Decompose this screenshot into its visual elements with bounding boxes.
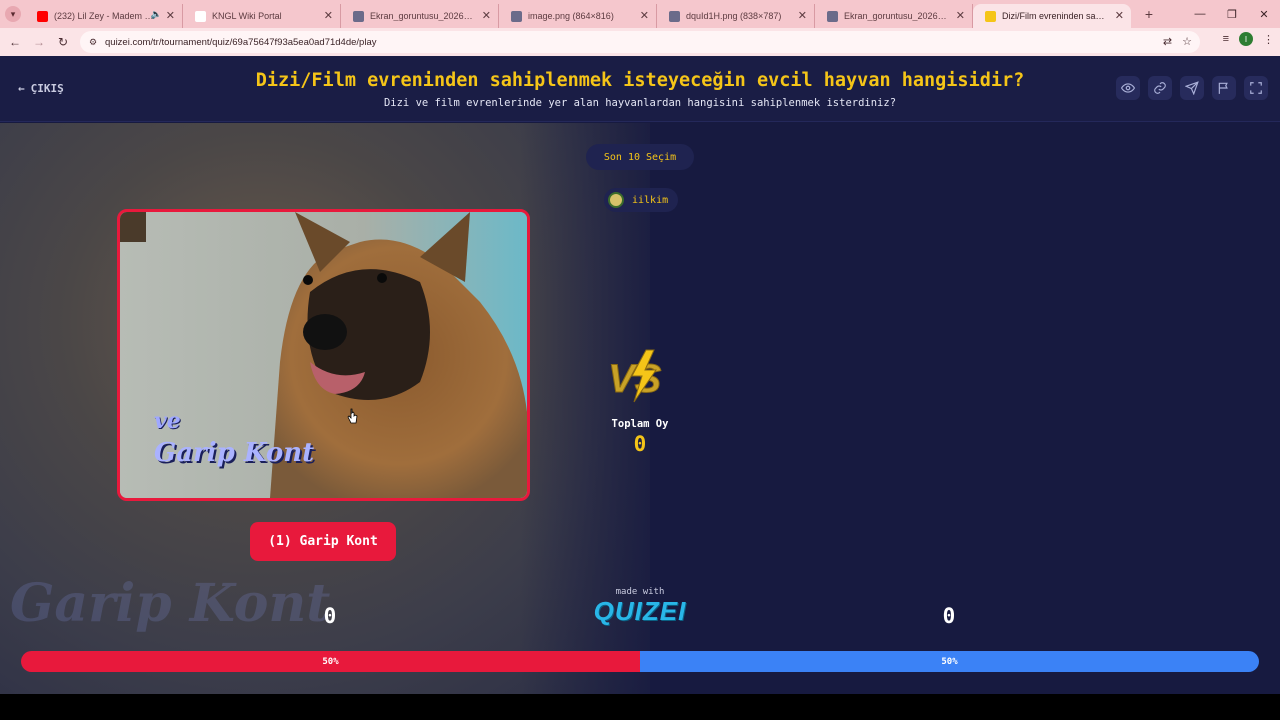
browser-tab[interactable]: image.png (864×816) ✕ bbox=[499, 4, 657, 28]
browser-tab[interactable]: dquId1H.png (838×787) ✕ bbox=[657, 4, 815, 28]
window-controls: — ❐ ✕ bbox=[1184, 0, 1280, 28]
address-bar[interactable]: ⚙ quizei.com/tr/tournament/quiz/69a75647… bbox=[80, 31, 1200, 53]
tab-title: Ekran_goruntusu_2026-03-06_ bbox=[844, 11, 948, 21]
eye-icon[interactable] bbox=[1116, 76, 1140, 100]
translate-icon[interactable]: ⇄ bbox=[1163, 35, 1172, 48]
recent-user-name: iilkim bbox=[632, 194, 669, 206]
vote-progress-bar: 50% 50% bbox=[21, 651, 1259, 672]
tab-favicon-icon bbox=[195, 10, 206, 22]
recent-user-chip: iilkim bbox=[604, 188, 679, 212]
flag-icon[interactable] bbox=[1212, 76, 1236, 100]
browser-toolbar: ← → ↻ ⚙ quizei.com/tr/tournament/quiz/69… bbox=[0, 28, 1280, 56]
tab-title: Dizi/Film evreninden sahiplenm bbox=[1002, 11, 1107, 21]
taskbar-area bbox=[0, 694, 1280, 720]
choice-image-left[interactable]: ve Garip Kont bbox=[117, 209, 530, 501]
quizei-logo[interactable]: QUIZEI bbox=[580, 596, 700, 627]
recent-selections-badge: Son 10 Seçim bbox=[586, 144, 694, 170]
tab-search-icon[interactable]: ▾ bbox=[5, 6, 21, 22]
tab-favicon-icon bbox=[37, 10, 48, 22]
new-tab-button[interactable]: + bbox=[1139, 4, 1159, 24]
restore-icon[interactable]: ❐ bbox=[1216, 0, 1248, 28]
total-votes-label: Toplam Oy bbox=[611, 418, 669, 430]
image-caption-line2: Garip Kont bbox=[154, 438, 315, 468]
tab-title: image.png (864×816) bbox=[528, 11, 614, 21]
share-icon[interactable] bbox=[1148, 76, 1172, 100]
background-caption-blur: Garip Kont bbox=[10, 573, 331, 634]
tab-favicon-icon bbox=[985, 10, 996, 22]
minimize-icon[interactable]: — bbox=[1184, 0, 1216, 28]
bookmark-star-icon[interactable]: ☆ bbox=[1182, 35, 1192, 48]
tab-title: KNGL Wiki Portal bbox=[212, 11, 282, 21]
browser-tab[interactable]: Dizi/Film evreninden sahiplenm ✕ bbox=[973, 4, 1131, 28]
profile-avatar[interactable]: I bbox=[1239, 32, 1253, 46]
browser-tab-strip: ▾ (232) Lil Zey - Madem Öyle 🔈 ✕ KNGL Wiki … bbox=[0, 0, 1280, 28]
quiz-header: ← ÇIKIŞ Dizi/Film evreninden sahiplenmek… bbox=[0, 56, 1280, 122]
site-info-icon[interactable]: ⚙ bbox=[86, 35, 100, 49]
score-left: 0 bbox=[323, 604, 337, 628]
total-votes-value: 0 bbox=[633, 432, 647, 456]
browser-tab[interactable]: Ekran_goruntusu_2026-03-06_ ✕ bbox=[341, 4, 499, 28]
url-text[interactable]: quizei.com/tr/tournament/quiz/69a75647f9… bbox=[105, 37, 376, 48]
tab-title: Ekran_goruntusu_2026-03-06_ bbox=[370, 11, 474, 21]
header-actions bbox=[1116, 76, 1268, 100]
tab-favicon-icon bbox=[511, 10, 522, 22]
tab-close-icon[interactable]: ✕ bbox=[640, 9, 649, 22]
fullscreen-icon[interactable] bbox=[1244, 76, 1268, 100]
close-window-icon[interactable]: ✕ bbox=[1248, 0, 1280, 28]
menu-kebab-icon[interactable]: ⋮ bbox=[1263, 33, 1274, 46]
svg-text:VS: VS bbox=[608, 357, 662, 401]
tab-close-icon[interactable]: ✕ bbox=[956, 9, 965, 22]
avatar bbox=[608, 192, 624, 208]
image-caption-line1: ve bbox=[154, 408, 181, 434]
browser-tab[interactable]: KNGL Wiki Portal ✕ bbox=[183, 4, 341, 28]
tab-close-icon[interactable]: ✕ bbox=[1115, 9, 1124, 22]
quiz-page: Garip Kont ← ÇIKIŞ Dizi/Film evreninden … bbox=[0, 56, 1280, 694]
tab-mute-icon[interactable]: 🔈 bbox=[151, 9, 162, 20]
tab-close-icon[interactable]: ✕ bbox=[798, 9, 807, 22]
vs-lightning-icon: VS bbox=[608, 349, 662, 403]
tab-close-icon[interactable]: ✕ bbox=[324, 9, 333, 22]
score-right: 0 bbox=[942, 604, 956, 628]
progress-left: 50% bbox=[21, 651, 640, 672]
browser-tab[interactable]: Ekran_goruntusu_2026-03-06_ ✕ bbox=[815, 4, 973, 28]
tab-title: (232) Lil Zey - Madem Öyle bbox=[54, 11, 158, 21]
tab-title: dquId1H.png (838×787) bbox=[686, 11, 782, 21]
forward-icon[interactable]: → bbox=[27, 30, 51, 54]
tab-favicon-icon bbox=[669, 10, 680, 22]
send-icon[interactable] bbox=[1180, 76, 1204, 100]
reload-icon[interactable]: ↻ bbox=[51, 30, 75, 54]
choice-button-left[interactable]: (1) Garip Kont bbox=[250, 522, 396, 561]
browser-tab[interactable]: (232) Lil Zey - Madem Öyle 🔈 ✕ bbox=[25, 4, 183, 28]
back-icon[interactable]: ← bbox=[3, 30, 27, 54]
tab-list: (232) Lil Zey - Madem Öyle 🔈 ✕ KNGL Wiki Po… bbox=[25, 0, 1131, 28]
tab-close-icon[interactable]: ✕ bbox=[166, 9, 175, 22]
progress-right: 50% bbox=[640, 651, 1259, 672]
quiz-subtitle: Dizi ve film evrenlerinde yer alan hayva… bbox=[383, 97, 897, 109]
mouse-cursor-icon bbox=[347, 408, 358, 424]
media-controls-icon[interactable]: ≡ bbox=[1223, 33, 1229, 45]
quiz-title: Dizi/Film evreninden sahiplenmek isteyec… bbox=[255, 70, 1025, 91]
tab-favicon-icon bbox=[353, 10, 364, 22]
tab-favicon-icon bbox=[827, 10, 838, 22]
tab-close-icon[interactable]: ✕ bbox=[482, 9, 491, 22]
